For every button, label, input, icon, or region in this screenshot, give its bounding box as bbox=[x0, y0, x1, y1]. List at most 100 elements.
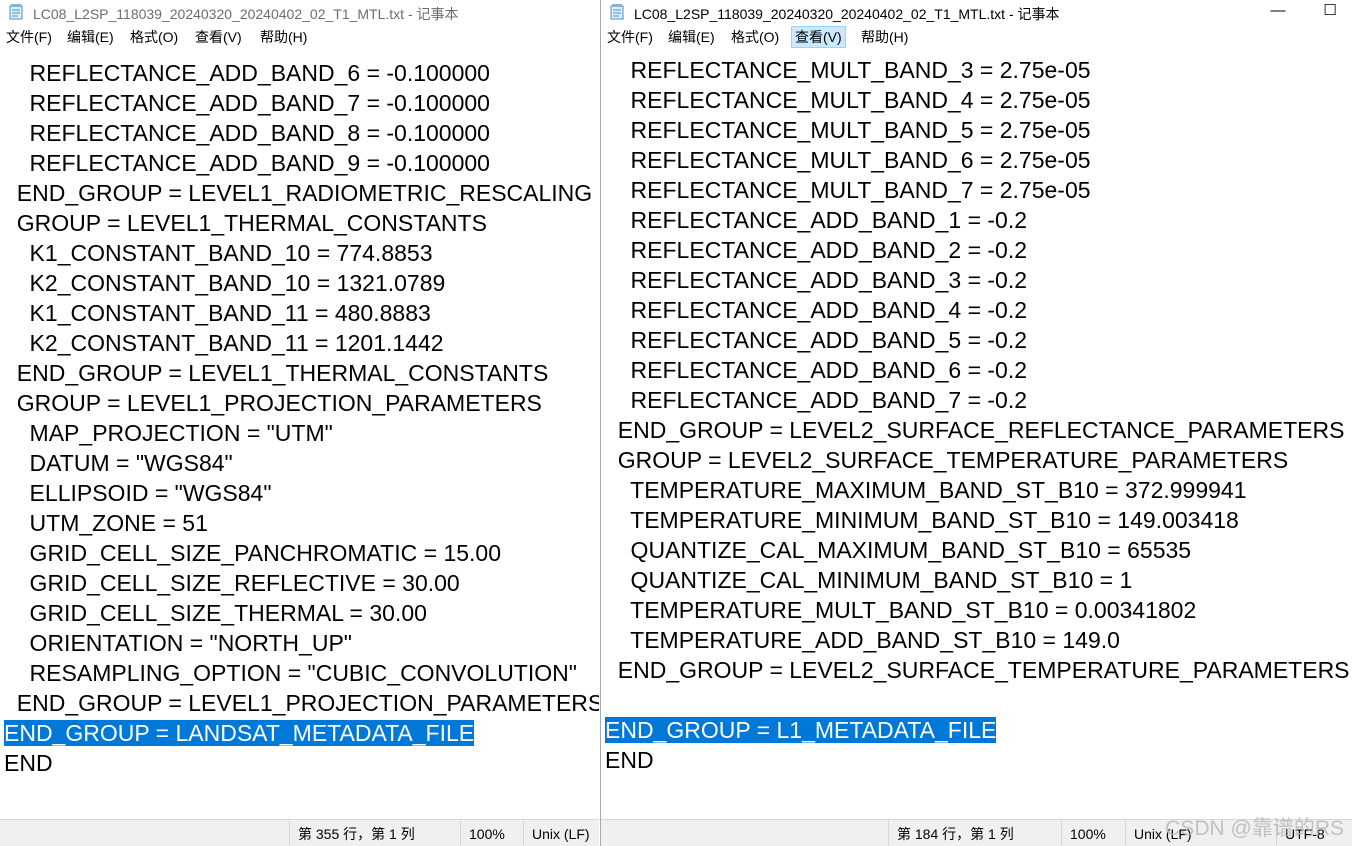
line-text: REFLECTANCE_MULT_BAND_6 = 2.75e-05 bbox=[605, 147, 1091, 173]
title-bar[interactable]: LC08_L2SP_118039_20240320_20240402_02_T1… bbox=[601, 0, 1352, 25]
text-line[interactable]: ELLIPSOID = "WGS84" bbox=[0, 478, 599, 508]
text-line[interactable]: TEMPERATURE_MINIMUM_BAND_ST_B10 = 149.00… bbox=[601, 505, 1352, 535]
text-line[interactable]: REFLECTANCE_MULT_BAND_6 = 2.75e-05 bbox=[601, 145, 1352, 175]
maximize-button[interactable]: ☐ bbox=[1307, 0, 1352, 25]
text-line[interactable]: TEMPERATURE_MULT_BAND_ST_B10 = 0.0034180… bbox=[601, 595, 1352, 625]
menu-format[interactable]: 格式(O) bbox=[127, 27, 181, 47]
line-text: REFLECTANCE_ADD_BAND_4 = -0.2 bbox=[605, 297, 1028, 323]
menu-file[interactable]: 文件(F) bbox=[3, 27, 55, 47]
menu-bar: 文件(F) 编辑(E) 格式(O) 查看(V) 帮助(H) bbox=[0, 25, 599, 49]
text-line[interactable]: REFLECTANCE_MULT_BAND_5 = 2.75e-05 bbox=[601, 115, 1352, 145]
line-text: REFLECTANCE_ADD_BAND_6 = -0.100000 bbox=[4, 60, 490, 86]
text-line[interactable]: REFLECTANCE_ADD_BAND_5 = -0.2 bbox=[601, 325, 1352, 355]
text-line[interactable]: REFLECTANCE_ADD_BAND_2 = -0.2 bbox=[601, 235, 1352, 265]
title-bar[interactable]: LC08_L2SP_118039_20240320_20240402_02_T1… bbox=[0, 0, 599, 25]
notepad-icon bbox=[9, 4, 24, 20]
cursor-position: 第 355 行，第 1 列 bbox=[289, 820, 458, 846]
text-line[interactable]: GRID_CELL_SIZE_THERMAL = 30.00 bbox=[0, 598, 599, 628]
menu-view[interactable]: 查看(V) bbox=[791, 26, 846, 48]
text-line[interactable]: REFLECTANCE_ADD_BAND_3 = -0.2 bbox=[601, 265, 1352, 295]
text-line[interactable]: REFLECTANCE_ADD_BAND_9 = -0.100000 bbox=[0, 148, 599, 178]
notepad-icon bbox=[610, 4, 625, 20]
line-ending: Unix (LF) bbox=[1125, 820, 1264, 846]
text-editor[interactable]: REFLECTANCE_MULT_BAND_3 = 2.75e-05 REFLE… bbox=[601, 55, 1352, 775]
text-line[interactable]: REFLECTANCE_ADD_BAND_4 = -0.2 bbox=[601, 295, 1352, 325]
text-line[interactable]: END_GROUP = LEVEL1_RADIOMETRIC_RESCALING bbox=[0, 178, 599, 208]
text-line[interactable]: REFLECTANCE_ADD_BAND_6 = -0.100000 bbox=[0, 58, 599, 88]
text-line[interactable]: QUANTIZE_CAL_MAXIMUM_BAND_ST_B10 = 65535 bbox=[601, 535, 1352, 565]
text-line[interactable]: END bbox=[601, 745, 1352, 775]
line-text: K1_CONSTANT_BAND_11 = 480.8883 bbox=[4, 300, 431, 326]
text-line[interactable]: GROUP = LEVEL2_SURFACE_TEMPERATURE_PARAM… bbox=[601, 445, 1352, 475]
line-text: REFLECTANCE_ADD_BAND_2 = -0.2 bbox=[605, 237, 1028, 263]
minimize-button[interactable]: — bbox=[1255, 0, 1301, 25]
text-line[interactable]: QUANTIZE_CAL_MINIMUM_BAND_ST_B10 = 1 bbox=[601, 565, 1352, 595]
zoom-level: 100% bbox=[460, 820, 519, 846]
line-text: REFLECTANCE_MULT_BAND_7 = 2.75e-05 bbox=[605, 177, 1091, 203]
text-line[interactable]: REFLECTANCE_ADD_BAND_7 = -0.100000 bbox=[0, 88, 599, 118]
menu-edit[interactable]: 编辑(E) bbox=[665, 27, 718, 47]
line-text: REFLECTANCE_ADD_BAND_6 = -0.2 bbox=[605, 357, 1028, 383]
text-line[interactable]: K2_CONSTANT_BAND_11 = 1201.1442 bbox=[0, 328, 599, 358]
line-text: END_GROUP = LEVEL1_RADIOMETRIC_RESCALING bbox=[4, 180, 593, 206]
text-line[interactable]: REFLECTANCE_ADD_BAND_7 = -0.2 bbox=[601, 385, 1352, 415]
line-text: QUANTIZE_CAL_MAXIMUM_BAND_ST_B10 = 65535 bbox=[605, 537, 1192, 563]
menu-view[interactable]: 查看(V) bbox=[192, 27, 245, 47]
text-line[interactable]: END_GROUP = LEVEL1_THERMAL_CONSTANTS bbox=[0, 358, 599, 388]
selected-text-line[interactable]: END_GROUP = L1_METADATA_FILE bbox=[601, 715, 1352, 745]
text-line[interactable]: REFLECTANCE_MULT_BAND_7 = 2.75e-05 bbox=[601, 175, 1352, 205]
text-line[interactable]: REFLECTANCE_MULT_BAND_4 = 2.75e-05 bbox=[601, 85, 1352, 115]
menu-help[interactable]: 帮助(H) bbox=[858, 27, 911, 47]
line-text: END bbox=[605, 747, 654, 773]
line-text: REFLECTANCE_ADD_BAND_5 = -0.2 bbox=[605, 327, 1028, 353]
menu-help[interactable]: 帮助(H) bbox=[257, 27, 310, 47]
text-line[interactable] bbox=[601, 685, 1352, 715]
text-line[interactable]: GROUP = LEVEL1_PROJECTION_PARAMETERS bbox=[0, 388, 599, 418]
line-text: K1_CONSTANT_BAND_10 = 774.8853 bbox=[4, 240, 433, 266]
text-line[interactable]: END_GROUP = LEVEL2_SURFACE_TEMPERATURE_P… bbox=[601, 655, 1352, 685]
line-text: END bbox=[4, 750, 53, 776]
text-line[interactable]: END_GROUP = LEVEL1_PROJECTION_PARAMETERS bbox=[0, 688, 599, 718]
menu-bar: 文件(F) 编辑(E) 格式(O) 查看(V) 帮助(H) bbox=[601, 25, 1352, 49]
text-line[interactable]: GROUP = LEVEL1_THERMAL_CONSTANTS bbox=[0, 208, 599, 238]
text-line[interactable]: TEMPERATURE_ADD_BAND_ST_B10 = 149.0 bbox=[601, 625, 1352, 655]
line-text: GROUP = LEVEL1_PROJECTION_PARAMETERS bbox=[4, 390, 542, 416]
line-text: REFLECTANCE_ADD_BAND_7 = -0.2 bbox=[605, 387, 1028, 413]
text-line[interactable]: K1_CONSTANT_BAND_10 = 774.8853 bbox=[0, 238, 599, 268]
menu-file[interactable]: 文件(F) bbox=[604, 27, 656, 47]
line-text: REFLECTANCE_ADD_BAND_8 = -0.100000 bbox=[4, 120, 490, 146]
text-editor[interactable]: REFLECTANCE_ADD_BAND_6 = -0.100000 REFLE… bbox=[0, 58, 599, 778]
text-line[interactable]: ORIENTATION = "NORTH_UP" bbox=[0, 628, 599, 658]
text-line[interactable]: REFLECTANCE_ADD_BAND_8 = -0.100000 bbox=[0, 118, 599, 148]
text-line[interactable]: REFLECTANCE_MULT_BAND_3 = 2.75e-05 bbox=[601, 55, 1352, 85]
line-text: REFLECTANCE_ADD_BAND_9 = -0.100000 bbox=[4, 150, 490, 176]
line-text: TEMPERATURE_ADD_BAND_ST_B10 = 149.0 bbox=[605, 627, 1120, 653]
line-text: ELLIPSOID = "WGS84" bbox=[4, 480, 272, 506]
text-line[interactable]: RESAMPLING_OPTION = "CUBIC_CONVOLUTION" bbox=[0, 658, 599, 688]
encoding: UTF-8 bbox=[1276, 820, 1352, 846]
text-line[interactable]: UTM_ZONE = 51 bbox=[0, 508, 599, 538]
line-text: GROUP = LEVEL2_SURFACE_TEMPERATURE_PARAM… bbox=[605, 447, 1289, 473]
text-line[interactable]: GRID_CELL_SIZE_REFLECTIVE = 30.00 bbox=[0, 568, 599, 598]
line-text: GRID_CELL_SIZE_THERMAL = 30.00 bbox=[4, 600, 427, 626]
line-text: END_GROUP = L1_METADATA_FILE bbox=[605, 717, 997, 743]
line-text: TEMPERATURE_MAXIMUM_BAND_ST_B10 = 372.99… bbox=[605, 477, 1247, 503]
selected-text-line[interactable]: END_GROUP = LANDSAT_METADATA_FILE bbox=[0, 718, 599, 748]
text-line[interactable]: K1_CONSTANT_BAND_11 = 480.8883 bbox=[0, 298, 599, 328]
line-text: REFLECTANCE_ADD_BAND_7 = -0.100000 bbox=[4, 90, 490, 116]
text-line[interactable]: GRID_CELL_SIZE_PANCHROMATIC = 15.00 bbox=[0, 538, 599, 568]
text-line[interactable]: END_GROUP = LEVEL2_SURFACE_REFLECTANCE_P… bbox=[601, 415, 1352, 445]
line-text: UTM_ZONE = 51 bbox=[4, 510, 208, 536]
text-line[interactable]: TEMPERATURE_MAXIMUM_BAND_ST_B10 = 372.99… bbox=[601, 475, 1352, 505]
line-text: GROUP = LEVEL1_THERMAL_CONSTANTS bbox=[4, 210, 487, 236]
text-line[interactable]: END bbox=[0, 748, 599, 778]
menu-format[interactable]: 格式(O) bbox=[728, 27, 782, 47]
text-line[interactable]: MAP_PROJECTION = "UTM" bbox=[0, 418, 599, 448]
text-line[interactable]: REFLECTANCE_ADD_BAND_6 = -0.2 bbox=[601, 355, 1352, 385]
text-line[interactable]: DATUM = "WGS84" bbox=[0, 448, 599, 478]
text-line[interactable]: K2_CONSTANT_BAND_10 = 1321.0789 bbox=[0, 268, 599, 298]
menu-edit[interactable]: 编辑(E) bbox=[64, 27, 117, 47]
text-line[interactable]: REFLECTANCE_ADD_BAND_1 = -0.2 bbox=[601, 205, 1352, 235]
line-text: GRID_CELL_SIZE_REFLECTIVE = 30.00 bbox=[4, 570, 460, 596]
line-text: REFLECTANCE_ADD_BAND_1 = -0.2 bbox=[605, 207, 1028, 233]
